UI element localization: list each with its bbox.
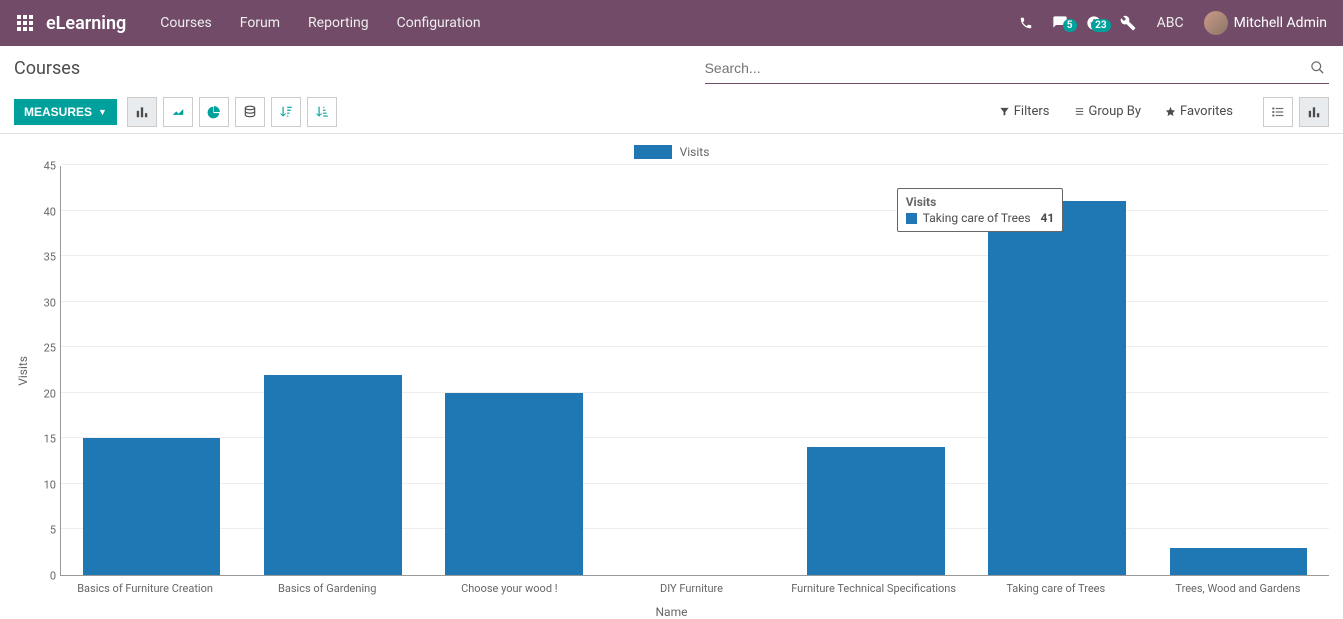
favorites-button[interactable]: Favorites: [1153, 104, 1245, 119]
bar-slot: [967, 166, 1148, 575]
messages-badge: 5: [1063, 19, 1077, 32]
activities-badge: 23: [1091, 19, 1110, 32]
bar-chart-icon[interactable]: [127, 97, 157, 127]
y-axis-ticks: 051015202530354045: [32, 166, 60, 576]
toolbar: MEASURES ▼ Filters Group By: [0, 90, 1343, 134]
avatar: [1204, 11, 1228, 35]
user-menu[interactable]: Mitchell Admin: [1196, 11, 1335, 35]
sort-asc-icon[interactable]: [307, 97, 337, 127]
favorites-label: Favorites: [1180, 104, 1233, 119]
sort-desc-icon[interactable]: [271, 97, 301, 127]
bar[interactable]: [807, 447, 945, 575]
phone-icon[interactable]: [1009, 16, 1043, 30]
search-input[interactable]: [705, 60, 1306, 76]
bar[interactable]: [988, 201, 1126, 575]
y-tick: 5: [28, 524, 56, 537]
line-chart-icon[interactable]: [163, 97, 193, 127]
nav-configuration[interactable]: Configuration: [383, 0, 495, 46]
bar[interactable]: [445, 393, 583, 575]
y-tick: 0: [28, 570, 56, 583]
y-tick: 30: [28, 296, 56, 309]
chart-legend: Visits: [14, 138, 1329, 166]
search-icon[interactable]: [1306, 60, 1329, 75]
measures-button[interactable]: MEASURES ▼: [14, 99, 117, 125]
bar[interactable]: [83, 438, 221, 575]
groupby-button[interactable]: Group By: [1062, 104, 1154, 119]
user-name: Mitchell Admin: [1234, 15, 1327, 31]
brand[interactable]: eLearning: [46, 13, 126, 34]
chart-plot: Visits Taking care of Trees 41: [60, 166, 1329, 576]
y-tick: 20: [28, 387, 56, 400]
filters-button[interactable]: Filters: [987, 104, 1062, 119]
x-label: DIY Furniture: [600, 576, 782, 595]
chart-area: Visits Visits 051015202530354045 Visits …: [0, 134, 1343, 619]
debug-icon[interactable]: [1111, 15, 1145, 31]
messages-icon[interactable]: 5: [1043, 15, 1077, 31]
debug-label[interactable]: ABC: [1145, 0, 1196, 46]
y-axis-title: Visits: [14, 356, 32, 386]
nav-reporting[interactable]: Reporting: [294, 0, 383, 46]
bar-slot: [423, 166, 604, 575]
nav-forum[interactable]: Forum: [226, 0, 294, 46]
bar[interactable]: [1170, 548, 1308, 575]
x-label: Furniture Technical Specifications: [783, 576, 965, 595]
sub-bar: Courses: [0, 46, 1343, 90]
y-tick: 45: [28, 160, 56, 173]
groupby-label: Group By: [1089, 104, 1142, 119]
bar-slot: [1148, 166, 1329, 575]
search-wrap: [705, 52, 1329, 84]
x-axis-labels: Basics of Furniture CreationBasics of Ga…: [54, 576, 1329, 595]
y-tick: 40: [28, 205, 56, 218]
legend-swatch: [634, 145, 672, 159]
filters-label: Filters: [1014, 104, 1050, 119]
stacked-chart-icon[interactable]: [235, 97, 265, 127]
measures-label: MEASURES: [24, 105, 92, 119]
list-icon: [1074, 106, 1085, 117]
activities-icon[interactable]: 23: [1077, 15, 1111, 31]
caret-down-icon: ▼: [98, 107, 107, 117]
y-tick: 25: [28, 342, 56, 355]
x-label: Choose your wood !: [418, 576, 600, 595]
pie-chart-icon[interactable]: [199, 97, 229, 127]
bar[interactable]: [264, 375, 402, 575]
apps-icon[interactable]: [8, 15, 42, 31]
bar-slot: [604, 166, 785, 575]
x-label: Basics of Furniture Creation: [54, 576, 236, 595]
bar-slot: [61, 166, 242, 575]
bar-slot: [242, 166, 423, 575]
legend-label: Visits: [680, 145, 710, 159]
filter-icon: [999, 106, 1010, 117]
page-title: Courses: [14, 58, 80, 79]
y-tick: 35: [28, 251, 56, 264]
bar-slot: [786, 166, 967, 575]
x-label: Trees, Wood and Gardens: [1147, 576, 1329, 595]
nav-courses[interactable]: Courses: [146, 0, 225, 46]
x-label: Taking care of Trees: [965, 576, 1147, 595]
top-nav: eLearning Courses Forum Reporting Config…: [0, 0, 1343, 46]
view-list-icon[interactable]: [1263, 97, 1293, 127]
view-graph-icon[interactable]: [1299, 97, 1329, 127]
x-label: Basics of Gardening: [236, 576, 418, 595]
star-icon: [1165, 106, 1176, 117]
y-tick: 10: [28, 478, 56, 491]
y-tick: 15: [28, 433, 56, 446]
